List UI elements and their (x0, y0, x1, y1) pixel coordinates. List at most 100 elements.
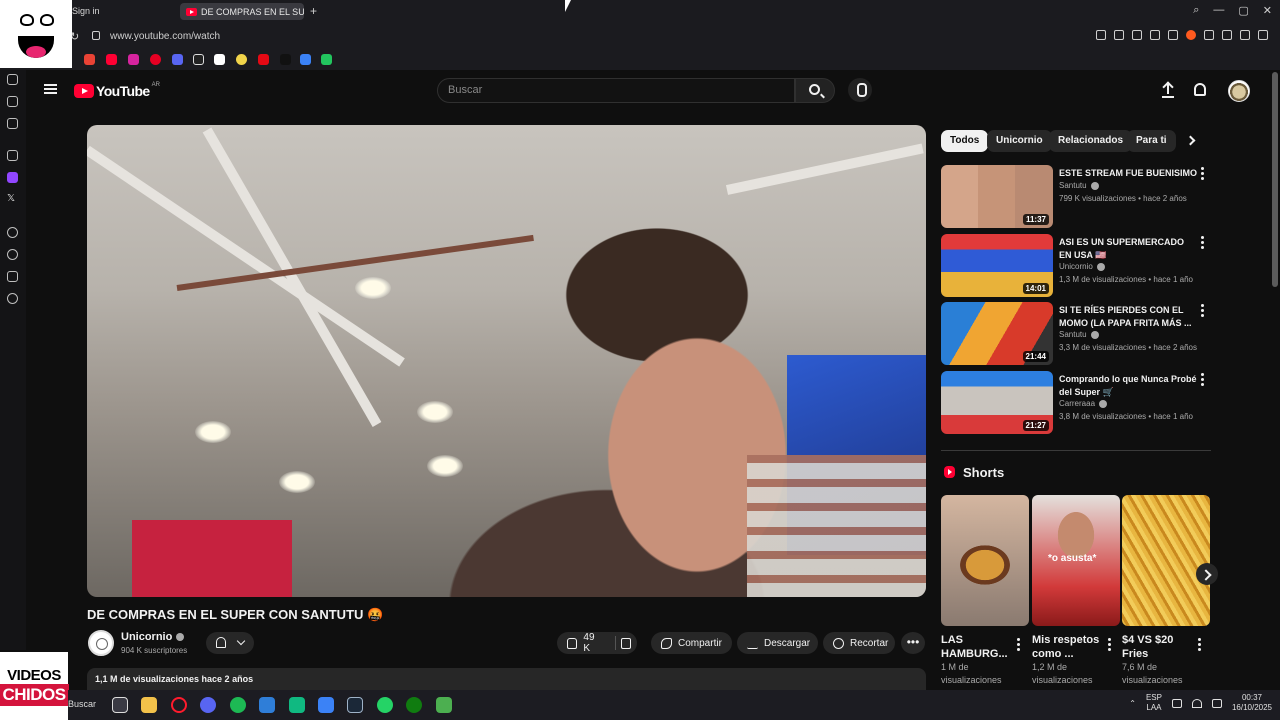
whatsapp-icon[interactable] (377, 697, 393, 713)
short-title[interactable]: LAS HAMBURG... (941, 633, 1015, 661)
dark-bookmark-icon[interactable] (280, 54, 291, 65)
discord-bookmark-icon[interactable] (172, 54, 183, 65)
file-explorer-icon[interactable] (141, 697, 157, 713)
green-bookmark-icon[interactable] (321, 54, 332, 65)
short-thumbnail[interactable] (1122, 495, 1210, 626)
related-more-icon[interactable] (1199, 373, 1205, 388)
lock-icon[interactable] (92, 31, 100, 40)
chip-para-ti[interactable]: Para ti (1127, 130, 1176, 152)
netflix-bookmark-icon[interactable] (258, 54, 269, 65)
snapshot-icon[interactable] (1114, 30, 1124, 40)
active-tab[interactable]: DE COMPRAS EN EL SUPER CON SANTUTU (180, 3, 304, 20)
spotify-icon[interactable] (230, 697, 246, 713)
sidebar-twitch-icon[interactable] (7, 172, 18, 183)
download-button[interactable]: Descargar (737, 632, 818, 654)
voice-search-mic-icon[interactable] (848, 78, 872, 102)
account-avatar[interactable] (1228, 80, 1250, 102)
short-title[interactable]: Mis respetos como ... (1032, 633, 1106, 661)
related-channel[interactable]: Unicornio (1059, 262, 1105, 271)
microphone-icon[interactable] (1171, 698, 1182, 708)
menu-icon[interactable] (1258, 30, 1268, 40)
related-channel[interactable]: Carreraaa (1059, 399, 1108, 408)
chip-relacionados[interactable]: Relacionados (1049, 130, 1133, 152)
short-card[interactable]: *o asusta* Mis respetos como ... 1,2 M d… (1032, 495, 1120, 687)
sidebar-settings-icon[interactable] (7, 293, 18, 304)
minecraft-icon[interactable] (436, 697, 452, 713)
language-indicator[interactable]: ESP LAA (1146, 693, 1162, 713)
volume-icon[interactable] (1211, 698, 1222, 708)
new-tab-button[interactable]: + (310, 4, 317, 18)
taskbar-search[interactable]: Buscar (68, 699, 96, 709)
heart-icon[interactable] (1168, 30, 1178, 40)
thumbs-down-icon[interactable] (620, 637, 632, 649)
sidebar-m-icon[interactable] (7, 118, 18, 129)
sidebar-cube-icon[interactable] (7, 271, 18, 282)
thumbs-up-icon[interactable] (567, 637, 578, 649)
related-thumbnail[interactable]: 21:27 (941, 371, 1053, 434)
steam-icon[interactable] (347, 697, 363, 713)
chip-todos[interactable]: Todos (941, 130, 989, 152)
short-more-icon[interactable] (1017, 638, 1020, 653)
related-thumbnail[interactable]: 11:37 (941, 165, 1053, 228)
search-button[interactable] (795, 78, 835, 103)
maximize-button[interactable]: ▢ (1238, 4, 1248, 17)
short-card[interactable]: $4 VS $20 Fries 7,6 M de visualizaciones (1122, 495, 1210, 687)
youtube-logo[interactable]: YouTube AR (74, 82, 160, 99)
sidebar-history-icon[interactable] (7, 249, 18, 260)
shield-icon[interactable] (1132, 30, 1142, 40)
related-thumbnail[interactable]: 21:44 (941, 302, 1053, 365)
related-title[interactable]: ASI ES UN SUPERMERCADO EN USA 🇺🇸 (1059, 236, 1199, 262)
coin-bookmark-icon[interactable] (236, 54, 247, 65)
chip-unicornio[interactable]: Unicornio (987, 130, 1052, 152)
pinterest-bookmark-icon[interactable] (150, 54, 161, 65)
clock[interactable]: 00:37 16/10/2025 (1232, 693, 1272, 713)
related-more-icon[interactable] (1199, 167, 1205, 182)
sidebar-play-icon[interactable] (7, 227, 18, 238)
hamburger-menu-icon[interactable] (44, 84, 57, 94)
create-upload-icon[interactable] (1162, 82, 1174, 98)
related-more-icon[interactable] (1199, 236, 1205, 251)
task-view-icon[interactable] (112, 697, 128, 713)
related-video[interactable]: 21:44 SI TE RÍES PIERDES CON EL MOMO (LA… (941, 302, 1211, 366)
channel-name[interactable]: Unicornio (121, 631, 185, 643)
short-more-icon[interactable] (1108, 638, 1111, 653)
docs-bookmark-icon[interactable] (214, 54, 225, 65)
download-icon[interactable] (1240, 30, 1250, 40)
youtube-bookmark-icon[interactable] (106, 54, 117, 65)
sidebar-app-icon[interactable] (7, 74, 18, 85)
subscribed-notifications-button[interactable] (206, 632, 254, 654)
related-video[interactable]: 14:01 ASI ES UN SUPERMERCADO EN USA 🇺🇸 U… (941, 234, 1211, 298)
photos-icon[interactable] (259, 697, 275, 713)
short-card[interactable]: LAS HAMBURG... 1 M de visualizaciones (941, 495, 1029, 687)
short-thumbnail[interactable]: *o asusta* (1032, 495, 1120, 626)
more-actions-button[interactable]: ••• (901, 632, 925, 654)
related-title[interactable]: SI TE RÍES PIERDES CON EL MOMO (LA PAPA … (1059, 304, 1199, 330)
related-channel[interactable]: Santutu (1059, 330, 1099, 339)
clip-button[interactable]: Recortar (823, 632, 895, 654)
profile-icon[interactable] (1222, 30, 1232, 40)
opera-gx-icon[interactable] (171, 697, 187, 713)
related-channel[interactable]: Santutu (1059, 181, 1099, 190)
related-more-icon[interactable] (1199, 304, 1205, 319)
page-scrollbar[interactable] (1272, 72, 1278, 287)
notifications-bell-icon[interactable] (1194, 83, 1206, 96)
extension-icon[interactable] (1186, 30, 1196, 40)
blue-bookmark-icon[interactable] (300, 54, 311, 65)
discord-icon[interactable] (200, 697, 216, 713)
like-count[interactable]: 49 K (583, 632, 602, 654)
browser-search-button[interactable]: ⌕ (1193, 4, 1199, 17)
related-thumbnail[interactable]: 14:01 (941, 234, 1053, 297)
bookmark-icon[interactable] (1096, 30, 1106, 40)
puzzle-icon[interactable] (1204, 30, 1214, 40)
minimize-button[interactable]: — (1213, 4, 1224, 17)
share-button[interactable]: Compartir (651, 632, 732, 654)
related-video[interactable]: 21:27 Comprando lo que Nunca Probé del S… (941, 371, 1211, 435)
short-thumbnail[interactable] (941, 495, 1029, 626)
app-icon[interactable] (289, 697, 305, 713)
related-title[interactable]: ESTE STREAM FUE BUENISIMO (1059, 167, 1199, 180)
tray-overflow-chevron-icon[interactable]: ⌃ (1129, 699, 1136, 708)
related-video[interactable]: 11:37 ESTE STREAM FUE BUENISIMO Santutu … (941, 165, 1211, 229)
close-button[interactable]: ✕ (1263, 4, 1272, 17)
video-player[interactable] (87, 125, 926, 597)
tiktok-bookmark-icon[interactable] (193, 54, 204, 65)
